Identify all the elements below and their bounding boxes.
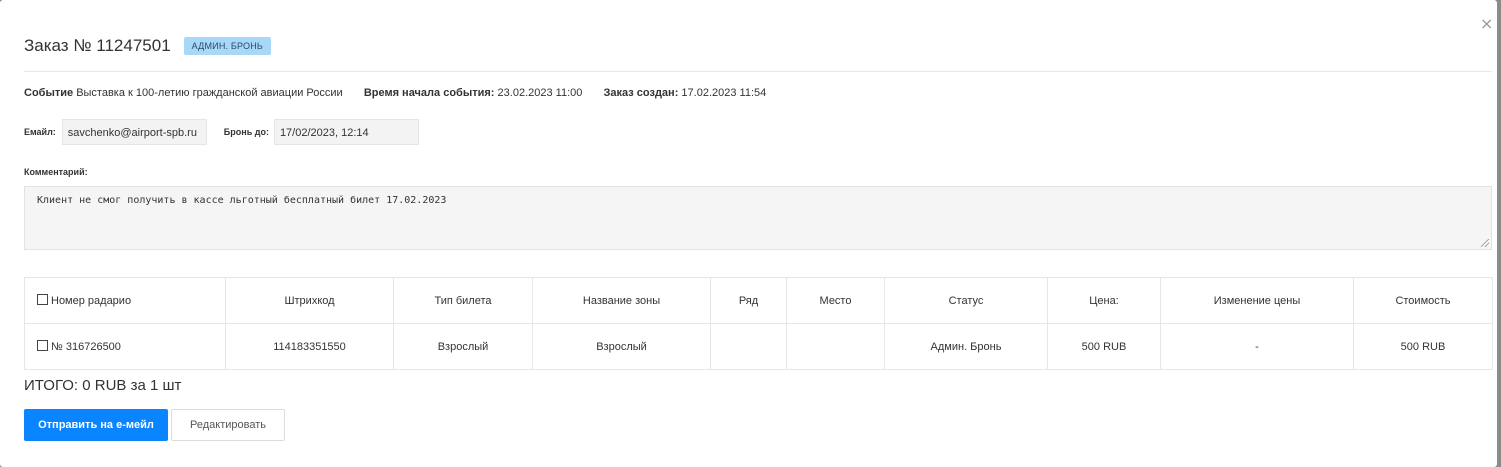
created-value: 17.02.2023 11:54	[681, 87, 767, 99]
divider	[24, 71, 1492, 72]
cell-row	[710, 323, 787, 370]
page-title: Заказ № 11247501	[24, 36, 171, 55]
col-radario: Номер радарио	[24, 277, 226, 324]
order-total: ИТОГО: 0 RUB за 1 шт	[24, 377, 182, 394]
cell-ticket-type: Взрослый	[393, 323, 533, 370]
start-label: Время начала события:	[363, 87, 495, 99]
col-price: Цена:	[1047, 277, 1161, 324]
send-email-button[interactable]: Отправить на е-мейл	[24, 409, 168, 441]
comment-textarea[interactable]: Клиент не смог получить в кассе льготный…	[24, 186, 1492, 250]
col-zone-name: Название зоны	[532, 277, 711, 324]
status-badge: АДМИН. БРОНЬ	[183, 37, 272, 55]
comment-text: Клиент не смог получить в кассе льготный…	[37, 195, 447, 206]
tickets-table: Номер радарио Штрихкод Тип билета Назван…	[24, 277, 1493, 370]
edit-button[interactable]: Редактировать	[171, 409, 285, 441]
reserve-until-field[interactable]: 17/02/2023, 12:14	[273, 119, 419, 145]
event-label: Событие	[24, 87, 74, 99]
col-row: Ряд	[710, 277, 787, 324]
reserve-label: Бронь до:	[223, 127, 269, 137]
row-checkbox[interactable]	[37, 340, 48, 351]
cell-cost: 500 RUB	[1353, 323, 1493, 370]
select-all-checkbox[interactable]	[37, 294, 48, 305]
title-row: Заказ № 11247501 АДМИН. БРОНЬ	[24, 36, 272, 56]
col-barcode: Штрихкод	[225, 277, 394, 324]
email-field[interactable]: savchenko@airport-spb.ru	[61, 119, 207, 145]
table-row: № 316726500 114183351550 Взрослый Взросл…	[24, 323, 1493, 370]
created-label: Заказ создан:	[603, 87, 679, 99]
col-status: Статус	[884, 277, 1048, 324]
col-ticket-type: Тип билета	[393, 277, 533, 324]
table-header-row: Номер радарио Штрихкод Тип билета Назван…	[24, 277, 1493, 324]
cell-price-change: -	[1160, 323, 1354, 370]
cell-radario: № 316726500	[51, 341, 121, 353]
start-value: 23.02.2023 11:00	[497, 87, 583, 99]
col-seat: Место	[786, 277, 885, 324]
cell-barcode: 114183351550	[225, 323, 394, 370]
cell-zone-name: Взрослый	[532, 323, 711, 370]
col-cost: Стоимость	[1353, 277, 1493, 324]
event-meta: Событие Выставка к 100-летию гражданской…	[24, 87, 766, 99]
resize-grip-icon[interactable]	[1481, 239, 1489, 247]
event-value: Выставка к 100-летию гражданской авиации…	[76, 87, 343, 99]
cell-price: 500 RUB	[1047, 323, 1161, 370]
email-label: Емайл:	[24, 127, 56, 137]
cell-status: Админ. Бронь	[884, 323, 1048, 370]
col-price-change: Изменение цены	[1160, 277, 1354, 324]
close-icon[interactable]: ×	[1480, 16, 1493, 32]
comment-label: Комментарий:	[24, 167, 88, 177]
cell-seat	[786, 323, 885, 370]
fields-row: Емайл: savchenko@airport-spb.ru Бронь до…	[24, 118, 419, 146]
order-modal: × Заказ № 11247501 АДМИН. БРОНЬ Событие …	[0, 0, 1497, 467]
